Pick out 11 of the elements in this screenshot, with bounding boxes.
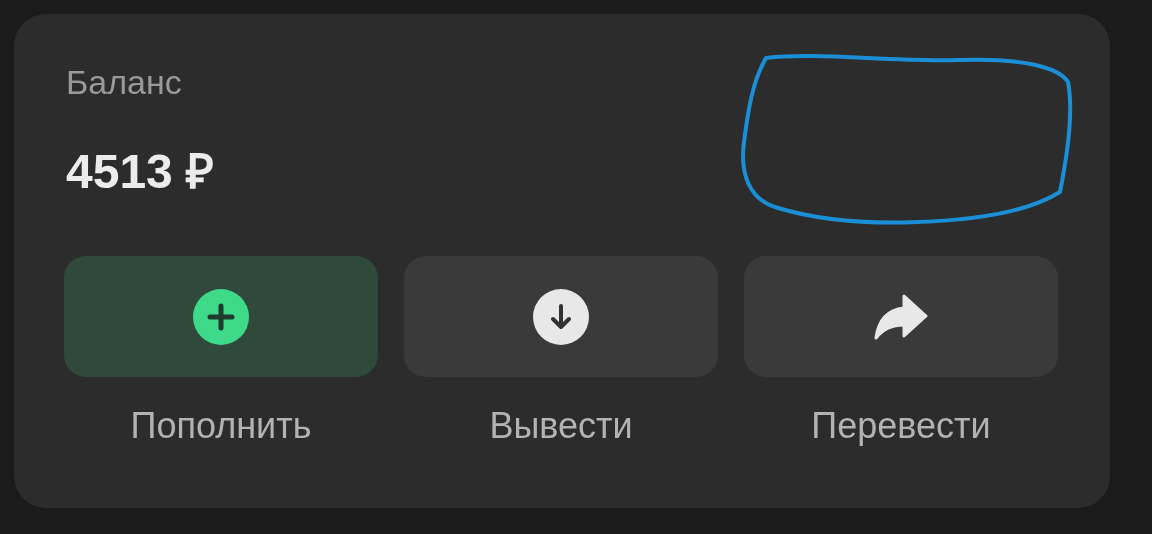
balance-title: Баланс	[66, 62, 183, 102]
action-button[interactable]	[744, 256, 1058, 377]
share-arrow-icon	[874, 293, 928, 340]
balance-amount: 4513 ₽	[66, 144, 216, 200]
plus-icon	[192, 287, 250, 346]
download-icon	[532, 287, 590, 346]
action-button[interactable]	[404, 256, 718, 377]
action-button[interactable]	[64, 256, 378, 377]
action-label: Пополнить	[130, 406, 312, 446]
action-label: Перевести	[811, 406, 991, 446]
action-label: Вывести	[489, 406, 633, 446]
